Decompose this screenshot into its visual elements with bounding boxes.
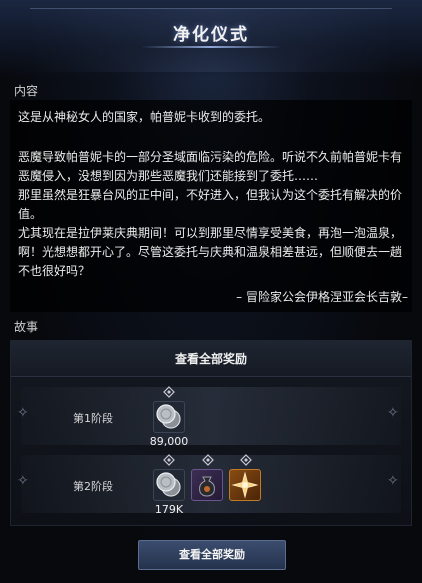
- content-paragraph: 这是从神秘女人的国家，帕普妮卡收到的委托。: [18, 110, 271, 124]
- view-all-rewards-button[interactable]: 查看全部奖励: [138, 540, 286, 570]
- silver-coin-icon: [156, 404, 181, 429]
- grade-diamond-icon: [163, 454, 175, 466]
- reward-panel: 查看全部奖励 ✧ ✧ 第1阶段 89,000 ✧ ✧ 第2阶段 179K: [10, 340, 412, 526]
- ornament-right-icon: ✧: [387, 473, 399, 489]
- header: 净化仪式: [0, 0, 422, 78]
- content-paragraph: 恶魔导致帕普妮卡的一部分圣域面临污染的危险。听说不久前帕普妮卡有恶魔侵入，没想到…: [18, 150, 403, 183]
- stage-label: 第2阶段: [73, 480, 113, 493]
- reward-amount: 179K: [154, 503, 184, 516]
- grade-diamond-icon: [163, 386, 175, 398]
- pouch-icon: [199, 476, 215, 497]
- grade-diamond-icon: [202, 454, 214, 466]
- grade-diamond-icon: [240, 454, 252, 466]
- ornament-left-icon: ✧: [17, 405, 29, 421]
- ornament-left-icon: ✧: [17, 473, 29, 489]
- reward-slot[interactable]: [153, 469, 185, 501]
- content-paragraph: 那里虽然是狂暴台风的正中间，不好进入，但我认为这个委托有解决的价值。: [18, 188, 403, 221]
- ornament-right-icon: ✧: [387, 405, 399, 421]
- silver-coin-icon: [156, 472, 181, 497]
- story-label: 故事: [14, 320, 39, 334]
- quest-panel: 净化仪式 内容 这是从神秘女人的国家，帕普妮卡收到的委托。 恶魔导致帕普妮卡的一…: [0, 0, 422, 583]
- page-title: 净化仪式: [173, 25, 249, 45]
- quest-signature: – 冒险家公会伊格涅亚会长吉敦–: [236, 290, 408, 304]
- star-burst-icon: [231, 471, 259, 499]
- title-underline: [141, 46, 281, 48]
- stage-label: 第1阶段: [73, 412, 113, 425]
- reward-slot[interactable]: [153, 401, 185, 433]
- reward-slot[interactable]: [229, 469, 261, 501]
- reward-amount: 89,000: [149, 435, 189, 448]
- content-label: 内容: [14, 84, 39, 98]
- reward-slot[interactable]: [191, 469, 223, 501]
- content-paragraph: 尤其现在是拉伊莱庆典期间！可以到那里尽情享受美食，再泡一泡温泉，啊！光想想都开心…: [18, 226, 403, 278]
- rewards-header-button[interactable]: 查看全部奖励: [11, 341, 411, 377]
